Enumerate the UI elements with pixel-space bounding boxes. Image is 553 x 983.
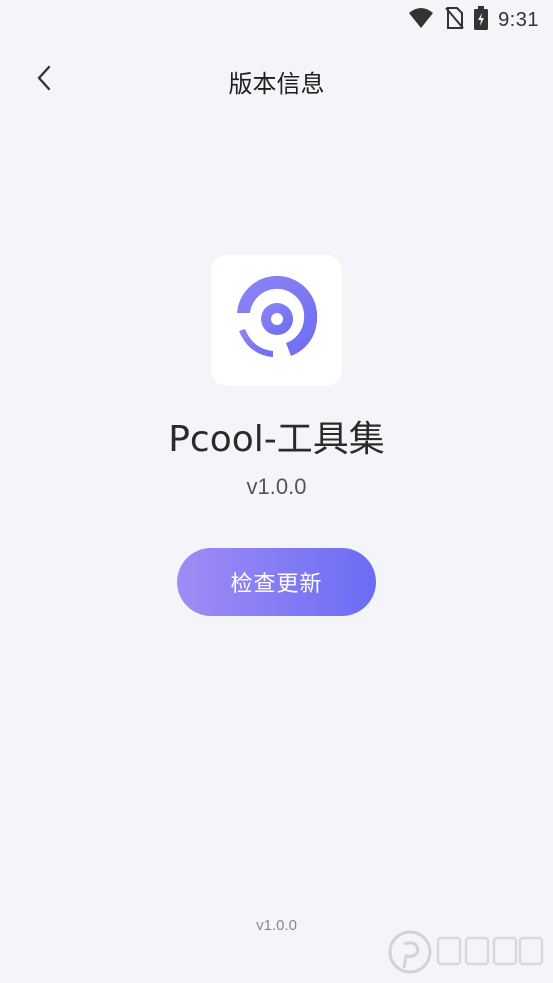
wifi-icon (408, 7, 434, 33)
app-logo-icon (231, 273, 323, 369)
app-logo-card (211, 255, 342, 386)
battery-charging-icon (474, 6, 489, 34)
status-time: 9:31 (498, 8, 539, 31)
app-version: v1.0.0 (246, 474, 307, 499)
no-sim-icon (444, 6, 464, 34)
watermark-logo (386, 924, 546, 980)
page-title: 版本信息 (228, 70, 325, 98)
status-icons: 9:31 (408, 6, 539, 34)
app-name: Pcool-工具集 (168, 419, 385, 460)
check-update-button[interactable]: 检查更新 (177, 548, 376, 616)
status-bar: 9:31 (0, 0, 553, 38)
nav-bar: 版本信息 (0, 50, 553, 110)
